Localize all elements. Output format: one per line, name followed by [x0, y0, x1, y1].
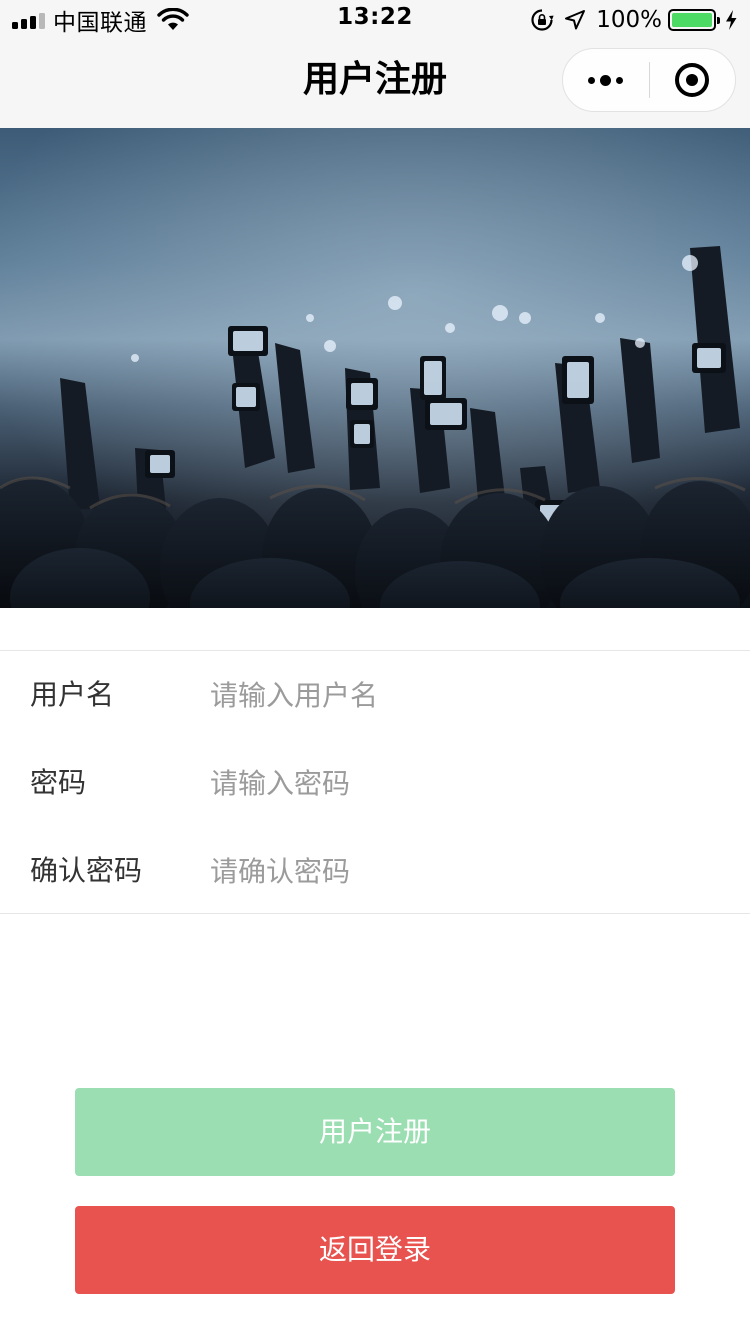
charging-bolt-icon: [726, 10, 737, 30]
concert-photo-icon: [0, 128, 750, 608]
mini-program-capsule: [562, 48, 736, 112]
battery-fill: [672, 13, 712, 27]
back-to-login-button[interactable]: 返回登录: [75, 1206, 675, 1294]
close-mini-program-button[interactable]: [650, 48, 736, 112]
form-row-username: 用户名: [0, 651, 750, 739]
nav-bar: 用户注册: [0, 40, 750, 128]
more-dots-icon: [588, 76, 596, 84]
confirm-password-label: 确认密码: [30, 854, 143, 887]
battery-percent: 100%: [596, 7, 662, 33]
rotation-lock-icon: [531, 9, 554, 31]
password-label: 密码: [30, 766, 87, 799]
form-row-password: 密码: [0, 739, 750, 827]
banner-image: [0, 128, 750, 608]
location-arrow-icon: [565, 10, 586, 30]
confirm-password-input[interactable]: [210, 841, 720, 901]
username-label: 用户名: [30, 678, 115, 711]
status-right: 100%: [530, 6, 738, 34]
status-bar: 中国联通 13:22 100%: [0, 0, 750, 40]
battery-icon: [668, 9, 720, 31]
register-form: 用户名 密码 确认密码: [0, 650, 750, 914]
password-input[interactable]: [210, 753, 720, 813]
form-row-confirm-password: 确认密码: [0, 827, 750, 915]
more-menu-button[interactable]: [563, 48, 649, 112]
target-circle-icon: [675, 63, 710, 97]
register-button[interactable]: 用户注册: [75, 1088, 675, 1176]
username-input[interactable]: [210, 665, 720, 725]
